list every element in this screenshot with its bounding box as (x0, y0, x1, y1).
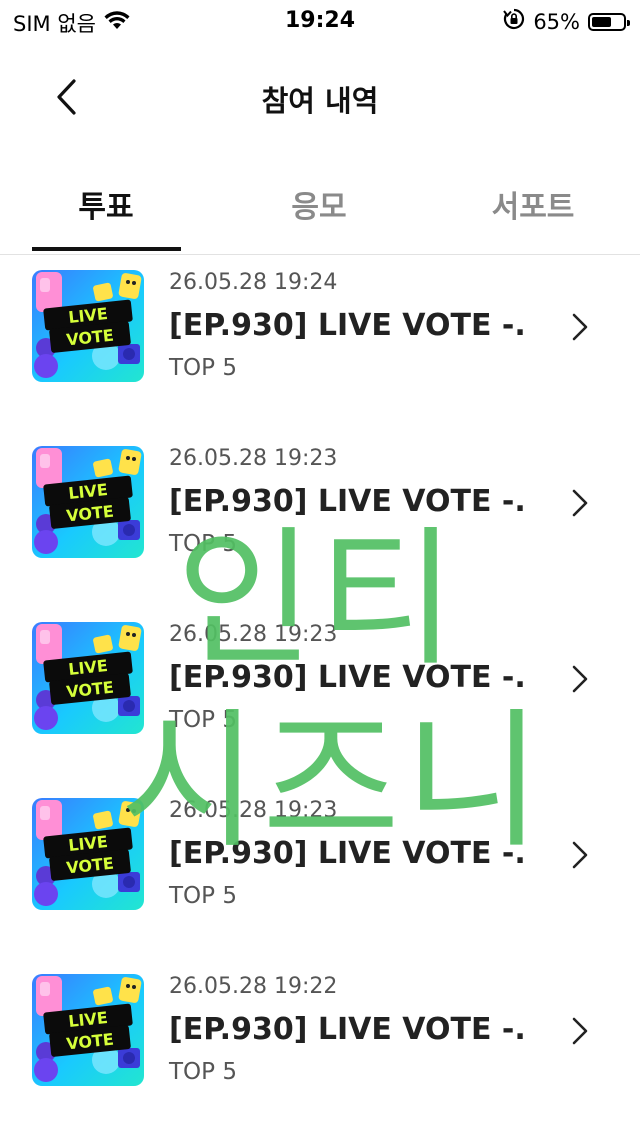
chevron-right-icon (572, 1017, 588, 1045)
item-title: [EP.930] LIVE VOTE -... (169, 308, 524, 343)
list-item[interactable]: LIVE VOTE 26.05.28 19:23 [EP.930] LIVE V… (0, 430, 640, 606)
item-title: [EP.930] LIVE VOTE -... (169, 660, 524, 695)
item-date: 26.05.28 19:23 (169, 446, 338, 471)
item-date: 26.05.28 19:22 (169, 974, 338, 999)
vote-thumbnail: LIVE VOTE (32, 446, 144, 558)
chevron-right-icon (572, 313, 588, 341)
item-subtitle: TOP 5 (169, 531, 237, 557)
page-title: 참여 내역 (261, 84, 379, 118)
chevron-right-icon (572, 841, 588, 869)
list-item[interactable]: LIVE VOTE 26.05.28 19:23 [EP.930] LIVE V… (0, 606, 640, 782)
vote-thumbnail: LIVE VOTE (32, 798, 144, 910)
battery-icon (588, 12, 630, 31)
active-tab-indicator (32, 247, 181, 251)
list-item[interactable]: LIVE VOTE 26.05.28 19:24 [EP.930] LIVE V… (0, 254, 640, 430)
vote-thumbnail: LIVE VOTE (32, 974, 144, 1086)
vote-thumbnail: LIVE VOTE (32, 270, 144, 382)
tab-support[interactable]: 서포트 (458, 182, 608, 226)
item-title: [EP.930] LIVE VOTE -... (169, 1012, 524, 1047)
tab-bar: 투표 응모 서포트 (0, 168, 640, 255)
tab-vote[interactable]: 투표 (31, 182, 181, 226)
tab-entry[interactable]: 응모 (244, 182, 394, 226)
item-subtitle: TOP 5 (169, 883, 237, 909)
item-subtitle: TOP 5 (169, 707, 237, 733)
item-subtitle: TOP 5 (169, 355, 237, 381)
item-date: 26.05.28 19:24 (169, 270, 338, 295)
item-title: [EP.930] LIVE VOTE -... (169, 484, 524, 519)
battery-level (592, 16, 612, 27)
orientation-lock-icon (503, 8, 525, 35)
vote-thumbnail: LIVE VOTE (32, 622, 144, 734)
status-right: 65% (503, 8, 630, 35)
chevron-right-icon (572, 665, 588, 693)
nav-header: 참여 내역 (0, 60, 640, 136)
list-item[interactable]: LIVE VOTE 26.05.28 19:22 [EP.930] LIVE V… (0, 958, 640, 1134)
battery-cap (627, 19, 630, 26)
battery-percent: 65% (533, 9, 580, 34)
chevron-right-icon (572, 489, 588, 517)
item-date: 26.05.28 19:23 (169, 622, 338, 647)
item-date: 26.05.28 19:23 (169, 798, 338, 823)
list-item[interactable]: LIVE VOTE 26.05.28 19:23 [EP.930] LIVE V… (0, 782, 640, 958)
status-bar: SIM 없음 19:24 65% (0, 0, 640, 40)
item-title: [EP.930] LIVE VOTE -... (169, 836, 524, 871)
item-subtitle: TOP 5 (169, 1059, 237, 1085)
